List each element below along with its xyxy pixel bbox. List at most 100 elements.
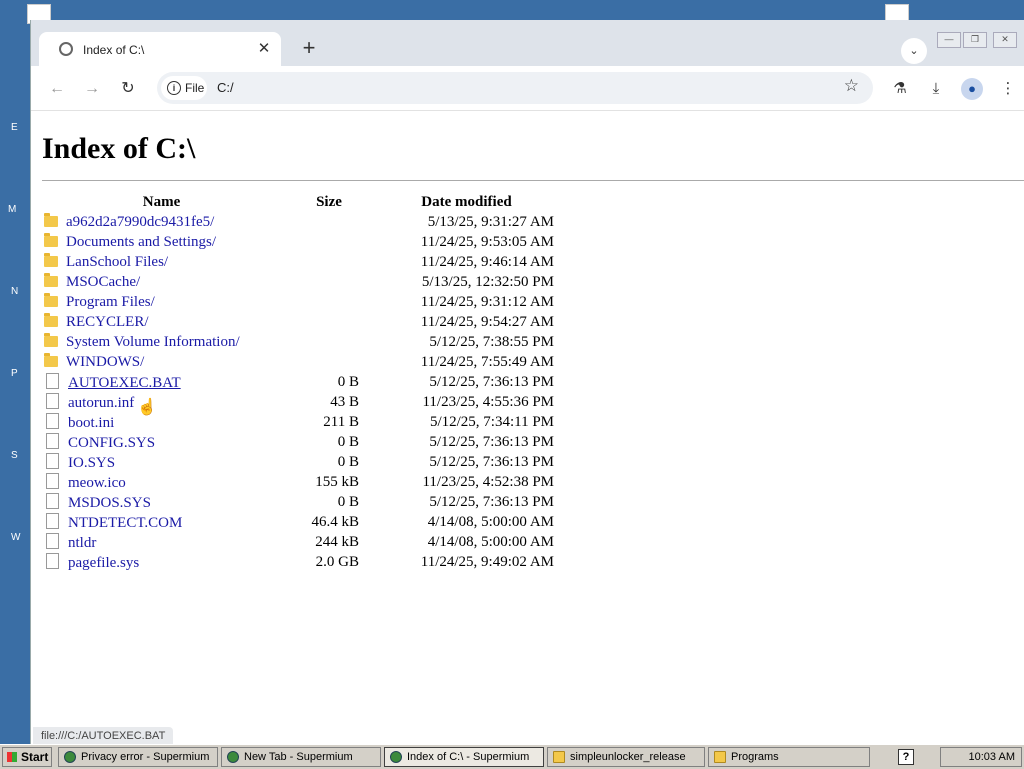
address-bar[interactable]: i File C:/ ☆ <box>157 72 873 104</box>
reload-icon[interactable]: ↻ <box>117 78 139 100</box>
file-link[interactable]: ntldr <box>68 535 96 551</box>
file-link[interactable]: AUTOEXEC.BAT <box>68 375 181 391</box>
system-tray-clock[interactable]: 10:03 AM <box>940 747 1022 767</box>
close-window-button[interactable]: ✕ <box>993 32 1017 48</box>
table-row: System Volume Information/5/12/25, 7:38:… <box>42 332 557 352</box>
maximize-button[interactable]: ❐ <box>963 32 987 48</box>
tab-title: Index of C:\ <box>83 43 145 57</box>
desktop-icon-label: N <box>11 286 19 297</box>
date-cell: 5/12/25, 7:38:55 PM <box>429 333 554 350</box>
size-cell <box>279 212 359 232</box>
name-cell: ntldr <box>42 532 279 552</box>
file-link[interactable]: MSDOS.SYS <box>68 495 151 511</box>
forward-arrow-icon[interactable]: → <box>81 78 103 100</box>
table-row: MSDOS.SYS 0 B 5/12/25, 7:36:13 PM <box>42 492 557 512</box>
file-link[interactable]: Program Files/ <box>66 294 155 310</box>
file-link[interactable]: MSOCache/ <box>66 274 140 290</box>
taskbar-item[interactable]: New Tab - Supermium <box>221 747 381 767</box>
date-cell: 11/24/25, 9:31:12 AM <box>420 293 554 310</box>
profile-avatar-icon[interactable]: ● <box>961 78 983 100</box>
file-link[interactable]: IO.SYS <box>68 455 115 471</box>
desktop-icon-label: W <box>11 532 21 543</box>
labs-flask-icon[interactable]: ⚗ <box>889 78 911 100</box>
name-cell: IO.SYS <box>42 452 279 472</box>
name-cell: boot.ini <box>42 412 279 432</box>
page-title: Index of C:\ <box>42 132 196 165</box>
file-icon <box>46 412 59 429</box>
taskbar-item[interactable]: Programs <box>708 747 870 767</box>
folder-icon <box>44 232 58 247</box>
file-link[interactable]: NTDETECT.COM <box>68 515 182 531</box>
table-row: CONFIG.SYS 0 B 5/12/25, 7:36:13 PM <box>42 432 557 452</box>
column-header-date[interactable]: Date modified <box>359 192 557 212</box>
taskbar-item-label: Programs <box>731 751 779 763</box>
tab-index-of-c[interactable]: Index of C:\ ✕ <box>39 32 281 66</box>
file-link[interactable]: meow.ico <box>68 475 126 491</box>
table-row: Program Files/11/24/25, 9:31:12 AM <box>42 292 557 312</box>
file-link[interactable]: Documents and Settings/ <box>66 234 216 250</box>
site-info-label: File <box>185 81 205 95</box>
date-cell: 11/24/25, 9:53:05 AM <box>420 233 554 250</box>
size-cell: 0 B <box>337 453 359 470</box>
name-cell: meow.ico <box>42 472 279 492</box>
table-row: IO.SYS 0 B 5/12/25, 7:36:13 PM <box>42 452 557 472</box>
file-link[interactable]: autorun.inf <box>68 395 134 411</box>
back-arrow-icon[interactable]: ← <box>46 78 68 100</box>
start-button[interactable]: Start <box>2 747 52 767</box>
url-text[interactable]: C:/ <box>217 80 234 95</box>
file-link[interactable]: LanSchool Files/ <box>66 254 168 270</box>
minimize-button[interactable]: — <box>937 32 961 48</box>
desktop-icon-label: M <box>8 204 17 215</box>
size-cell: 2.0 GB <box>315 553 359 570</box>
download-icon[interactable]: ⤓ <box>925 78 947 100</box>
bookmark-star-icon[interactable]: ☆ <box>844 76 859 96</box>
folder-icon <box>44 272 58 287</box>
table-row: meow.ico 155 kB 11/23/25, 4:52:38 PM <box>42 472 557 492</box>
tab-search-chevron-icon[interactable]: ⌄ <box>901 38 927 64</box>
name-cell: CONFIG.SYS <box>42 432 279 452</box>
clock: 10:03 AM <box>968 751 1015 763</box>
name-cell: pagefile.sys <box>42 552 279 572</box>
file-icon <box>46 452 59 469</box>
size-cell <box>279 232 359 252</box>
taskbar-item[interactable]: simpleunlocker_release <box>547 747 705 767</box>
file-link[interactable]: a962d2a7990dc9431fe5/ <box>66 214 214 230</box>
file-link[interactable]: pagefile.sys <box>68 555 139 571</box>
browser-toolbar: ← → ↻ i File C:/ ☆ ⚗ ⤓ ● ⋮ <box>31 66 1024 111</box>
date-cell: 5/12/25, 7:36:13 PM <box>429 373 554 390</box>
column-header-size[interactable]: Size <box>279 192 359 212</box>
tab-strip: Index of C:\ ✕ + ⌄ — ❐ ✕ <box>31 20 1024 66</box>
taskbar-item[interactable]: Privacy error - Supermium <box>58 747 218 767</box>
menu-kebab-icon[interactable]: ⋮ <box>997 78 1019 100</box>
column-header-name[interactable]: Name <box>42 192 279 212</box>
file-icon <box>46 552 59 569</box>
new-tab-button[interactable]: + <box>295 34 323 62</box>
desktop-icon-label: S <box>11 450 18 461</box>
browser-icon <box>64 751 76 763</box>
table-row: AUTOEXEC.BAT 0 B 5/12/25, 7:36:13 PM <box>42 372 557 392</box>
folder-icon <box>44 312 58 327</box>
size-cell: 0 B <box>337 493 359 510</box>
file-link[interactable]: System Volume Information/ <box>66 334 240 350</box>
file-icon <box>46 512 59 529</box>
size-cell <box>279 292 359 312</box>
taskbar-item[interactable]: Index of C:\ - Supermium <box>384 747 544 767</box>
taskbar-item-label: New Tab - Supermium <box>244 751 353 763</box>
file-link[interactable]: WINDOWS/ <box>66 354 144 370</box>
directory-listing: Name Size Date modified a962d2a7990dc943… <box>42 192 557 572</box>
folder-icon <box>553 751 565 763</box>
help-icon[interactable]: ? <box>898 749 914 765</box>
site-info-chip[interactable]: i File <box>161 76 207 100</box>
file-link[interactable]: RECYCLER/ <box>66 314 149 330</box>
close-tab-icon[interactable]: ✕ <box>255 39 273 57</box>
file-link[interactable]: CONFIG.SYS <box>68 435 155 451</box>
file-link[interactable]: boot.ini <box>68 415 114 431</box>
table-row: WINDOWS/11/24/25, 7:55:49 AM <box>42 352 557 372</box>
date-cell: 11/23/25, 4:55:36 PM <box>422 393 554 410</box>
status-url-bubble: file:///C:/AUTOEXEC.BAT <box>33 727 174 745</box>
taskbar-item-label: Index of C:\ - Supermium <box>407 751 530 763</box>
date-cell: 11/24/25, 9:49:02 AM <box>420 553 554 570</box>
desktop-icon-label: P <box>11 368 18 379</box>
size-cell: 0 B <box>337 433 359 450</box>
name-cell: Program Files/ <box>42 292 279 312</box>
